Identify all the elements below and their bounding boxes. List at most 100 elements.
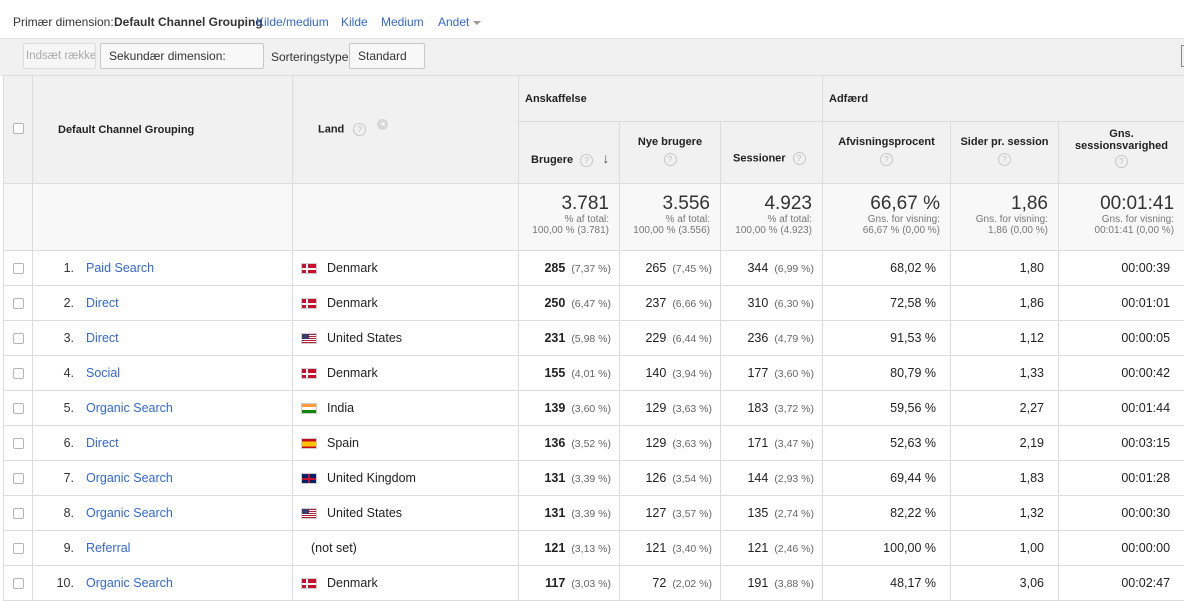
column-header-land[interactable]: Land ? × xyxy=(293,76,519,184)
help-icon[interactable]: ? xyxy=(664,153,677,166)
row-checkbox[interactable] xyxy=(13,473,24,484)
row-sessions: 310 xyxy=(747,296,768,310)
row-bounce-rate: 69,44 % xyxy=(823,461,951,496)
row-channel-link[interactable]: Direct xyxy=(86,296,119,310)
row-select-cell xyxy=(4,566,33,601)
flag-icon xyxy=(301,298,317,309)
column-header-sessions[interactable]: Sessioner ? xyxy=(721,122,823,184)
row-sessions-cell: 177(3,60 %) xyxy=(721,356,823,391)
table-row: 10.Organic SearchDenmark117(3,03 %)72(2,… xyxy=(4,566,1184,601)
row-channel-link[interactable]: Social xyxy=(86,366,120,380)
row-new-users: 72 xyxy=(652,576,666,590)
sort-type-dropdown[interactable]: Standard xyxy=(349,43,425,69)
row-sessions-cell: 191 (3,88 %) xyxy=(721,566,823,601)
row-channel-cell: 2. Direct xyxy=(33,286,293,321)
help-icon[interactable]: ? xyxy=(880,153,893,166)
row-checkbox[interactable] xyxy=(13,438,24,449)
column-header-land-label: Land xyxy=(318,123,344,135)
row-checkbox[interactable] xyxy=(13,263,24,274)
table-row: 6.DirectSpain136(3,52 %)129(3,63 %)171(3… xyxy=(4,426,1184,461)
table-row: 2.DirectDenmark250(6,47 %)237(6,66 %)310… xyxy=(4,286,1184,321)
row-pages-per-session: 1,00 xyxy=(951,531,1059,566)
column-header-users[interactable]: Brugere ? ↓ xyxy=(519,122,620,184)
flag-icon xyxy=(301,438,317,449)
sort-descending-icon[interactable]: ↓ xyxy=(602,150,609,166)
column-header-avg-session-duration[interactable]: Gns.sessionsvarighed? xyxy=(1059,122,1184,184)
row-users: 250 xyxy=(544,296,565,310)
row-checkbox[interactable] xyxy=(13,403,24,414)
select-all-checkbox[interactable] xyxy=(13,123,24,134)
primary-dimension-current: Default Channel Grouping xyxy=(114,15,263,29)
row-users-cell: 117(3,03 %) xyxy=(519,566,620,601)
row-country-cell: India xyxy=(293,391,519,426)
row-checkbox[interactable] xyxy=(13,508,24,519)
row-channel-link[interactable]: Direct xyxy=(86,331,119,345)
row-new-users-cell: 129(3,63 %) xyxy=(620,391,721,426)
row-new-users: 265 xyxy=(645,261,666,275)
primary-dimension-label: Primær dimension: xyxy=(13,15,114,29)
total-bounce-detail: 66,67 % (0,00 %) xyxy=(823,225,940,236)
row-users-cell: 136 (3,52 %) xyxy=(519,426,620,461)
total-avg-duration: 00:01:41Gns. for visning:00:01:41 (0,00 … xyxy=(1059,184,1184,251)
row-bounce-rate: 59,56 % xyxy=(823,391,951,426)
row-checkbox[interactable] xyxy=(13,578,24,589)
row-select-cell xyxy=(4,356,33,391)
row-checkbox[interactable] xyxy=(13,298,24,309)
column-header-bounce-rate[interactable]: Afvisningsprocent? xyxy=(823,122,951,184)
row-users: 155 xyxy=(544,366,565,380)
row-channel-link[interactable]: Organic Search xyxy=(86,576,173,590)
row-channel-link[interactable]: Organic Search xyxy=(86,471,173,485)
insert-rows-button[interactable]: Indsæt rækker xyxy=(23,43,96,69)
row-users: 131 xyxy=(544,506,565,520)
row-checkbox[interactable] xyxy=(13,543,24,554)
column-header-pages-per-session[interactable]: Sider pr. session? xyxy=(951,122,1059,184)
row-number: 1. xyxy=(48,261,74,275)
row-avg-duration: 00:00:30 xyxy=(1059,496,1184,531)
row-avg-duration: 00:00:39 xyxy=(1059,251,1184,286)
row-channel-link[interactable]: Organic Search xyxy=(86,506,173,520)
row-channel-link[interactable]: Paid Search xyxy=(86,261,154,275)
row-channel-link[interactable]: Direct xyxy=(86,436,119,450)
row-new-users: 140 xyxy=(645,366,666,380)
dimension-link-source[interactable]: Kilde xyxy=(341,15,368,29)
column-header-bounce-rate-label: Afvisningsprocent xyxy=(823,136,950,148)
column-header-duration-label-1: Gns. xyxy=(1059,128,1184,140)
total-duration-detail: 00:01:41 (0,00 %) xyxy=(1059,225,1174,236)
row-country: Denmark xyxy=(327,366,378,380)
row-users: 121 xyxy=(544,541,565,555)
total-sessions-value: 4.923 xyxy=(721,194,812,214)
row-number: 3. xyxy=(48,331,74,345)
row-new-users-pct: (3,57 %) xyxy=(672,508,712,520)
row-sessions-pct: (3,88 %) xyxy=(774,578,814,590)
help-icon[interactable]: ? xyxy=(580,154,593,167)
help-icon[interactable]: ? xyxy=(1115,155,1128,168)
help-icon[interactable]: ? xyxy=(793,152,806,165)
row-channel-link[interactable]: Referral xyxy=(86,541,130,555)
column-header-new-users[interactable]: Nye brugere? xyxy=(620,122,721,184)
row-number: 2. xyxy=(48,296,74,310)
remove-dimension-icon[interactable]: × xyxy=(377,119,388,130)
row-checkbox[interactable] xyxy=(13,333,24,344)
row-pages-per-session: 1,80 xyxy=(951,251,1059,286)
row-sessions: 171 xyxy=(747,436,768,450)
row-channel-link[interactable]: Organic Search xyxy=(86,401,173,415)
row-new-users: 121 xyxy=(645,541,666,555)
row-users-cell: 231(5,98 %) xyxy=(519,321,620,356)
help-icon[interactable]: ? xyxy=(998,153,1011,166)
row-sessions: 191 xyxy=(747,576,768,590)
dimension-link-source-medium[interactable]: Kilde/medium xyxy=(256,15,329,29)
dimension-link-medium[interactable]: Medium xyxy=(381,15,424,29)
row-sessions-cell: 135(2,74 %) xyxy=(721,496,823,531)
row-checkbox[interactable] xyxy=(13,368,24,379)
row-bounce-rate: 72,58 % xyxy=(823,286,951,321)
row-pages-per-session: 2,27 xyxy=(951,391,1059,426)
flag-icon xyxy=(301,368,317,379)
secondary-dimension-dropdown[interactable]: Sekundær dimension: Land xyxy=(100,43,264,69)
row-users-pct: (3,52 %) xyxy=(571,438,611,450)
dimension-other-dropdown[interactable]: Andet xyxy=(438,15,481,29)
column-header-channel[interactable]: Default Channel Grouping xyxy=(33,76,293,184)
row-users: 136 xyxy=(544,436,565,450)
row-new-users-cell: 72(2,02 %) xyxy=(620,566,721,601)
total-duration-caption: Gns. for visning: xyxy=(1059,214,1174,225)
help-icon[interactable]: ? xyxy=(353,123,366,136)
